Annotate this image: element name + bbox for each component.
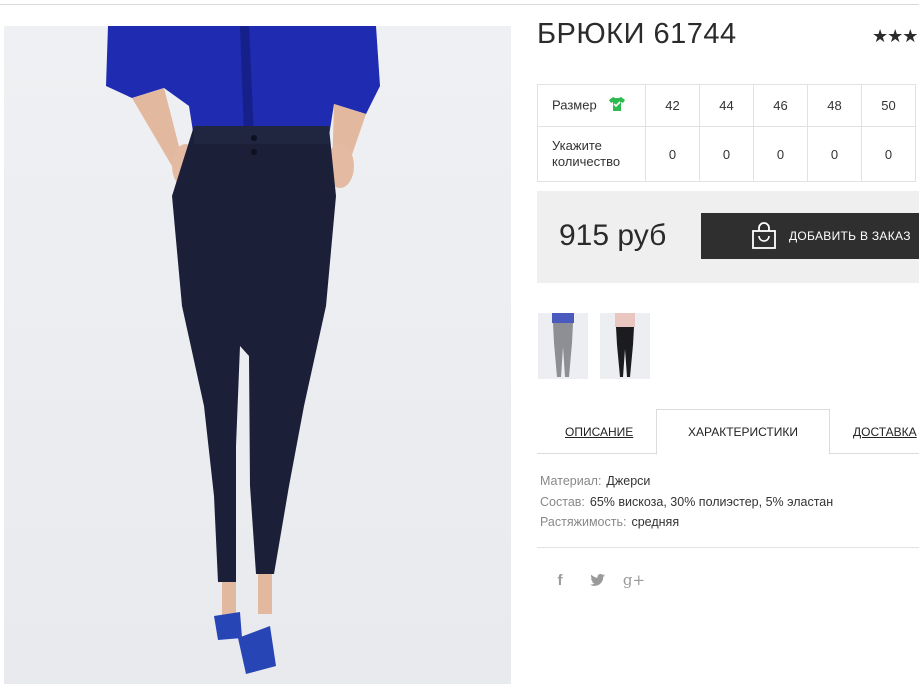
quantity-label-line2: количество [552, 154, 621, 169]
quantity-input[interactable]: 0 [753, 126, 808, 182]
spec-key: Растяжимость: [540, 515, 627, 529]
tab-delivery[interactable]: ДОСТАВКА [853, 410, 917, 454]
size-cell: 50 [861, 84, 916, 127]
size-row: Размер 42 44 46 48 50 [537, 84, 916, 127]
spec-value: средняя [631, 515, 680, 529]
size-cell: 44 [699, 84, 754, 127]
quantity-input[interactable]: 0 [807, 126, 862, 182]
size-chart-icon[interactable] [608, 96, 626, 116]
shopping-bag-icon [751, 222, 777, 250]
spec-value: 65% вискоза, 30% полиэстер, 5% эластан [589, 494, 834, 509]
product-title: БРЮКИ 61744 [537, 18, 737, 50]
spec-row: Материал: Джерси [540, 471, 833, 492]
quantity-input[interactable]: 0 [699, 126, 754, 182]
facebook-icon[interactable]: f [549, 568, 571, 592]
spec-row: Состав: 65% вискоза, 30% полиэстер, 5% эл… [540, 492, 833, 513]
size-cell: 48 [807, 84, 862, 127]
quantity-label-cell: Укажите количество [537, 126, 646, 182]
spec-key: Материал: [540, 474, 602, 488]
top-divider [0, 4, 919, 5]
twitter-icon[interactable] [586, 568, 608, 592]
rating-stars[interactable]: ★★★ [872, 26, 918, 47]
size-cell: 42 [645, 84, 700, 127]
product-main-image[interactable] [4, 26, 511, 684]
social-divider [537, 547, 919, 548]
thumbnail-grey-pants[interactable] [538, 313, 588, 379]
quantity-input[interactable]: 0 [861, 126, 916, 182]
size-label: Размер [552, 96, 597, 112]
size-label-cell: Размер [537, 84, 646, 127]
spec-key: Состав: [540, 494, 585, 509]
thumbnail-black-pants[interactable] [600, 313, 650, 379]
product-tabs: ОПИСАНИЕ ХАРАКТЕРИСТИКИ ДОСТАВКА [537, 409, 919, 455]
googleplus-icon[interactable]: g+ [623, 568, 645, 592]
quantity-input[interactable]: 0 [645, 126, 700, 182]
tab-characteristics[interactable]: ХАРАКТЕРИСТИКИ [656, 409, 830, 455]
price-box: 915 руб ДОБАВИТЬ В ЗАКАЗ [537, 191, 919, 283]
product-photo-illustration [106, 26, 380, 674]
size-quantity-table: Размер 42 44 46 48 50 Укажите количество… [537, 84, 916, 182]
add-to-order-button[interactable]: ДОБАВИТЬ В ЗАКАЗ [701, 213, 919, 259]
add-to-order-label: ДОБАВИТЬ В ЗАКАЗ [789, 229, 911, 243]
price: 915 руб [559, 219, 667, 252]
spec-row: Растяжимость: средняя [540, 512, 833, 533]
specs-list: Материал: Джерси Состав: 65% вискоза, 30% … [540, 471, 833, 533]
size-cell: 46 [753, 84, 808, 127]
spec-value: Джерси [606, 474, 651, 488]
quantity-label-line1: Укажите [552, 138, 602, 153]
tab-description[interactable]: ОПИСАНИЕ [565, 410, 633, 454]
quantity-row: Укажите количество 0 0 0 0 0 [537, 126, 916, 182]
